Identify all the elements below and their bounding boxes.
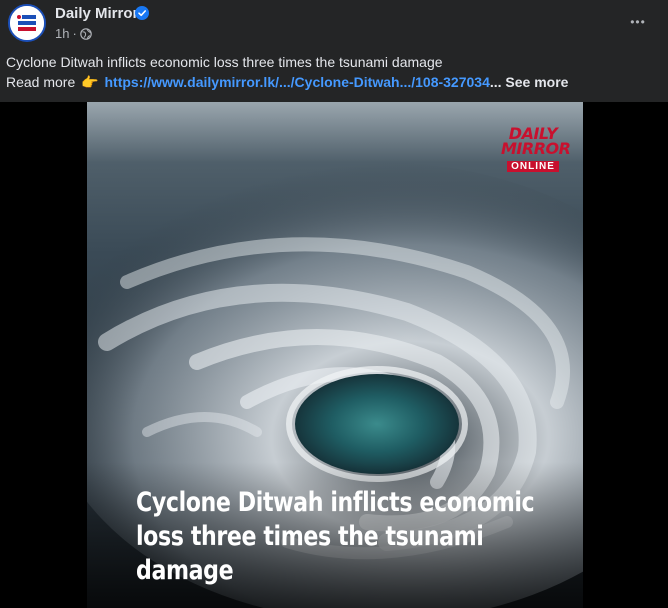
- post-text-line: Cyclone Ditwah inflicts economic loss th…: [6, 54, 443, 70]
- facebook-post: Daily Mirror 1h · ••• Cyclone Ditwah inf…: [0, 0, 668, 608]
- page-name[interactable]: Daily Mirror: [55, 5, 138, 22]
- post-header: Daily Mirror 1h · •••: [0, 0, 668, 48]
- cyclone-photo[interactable]: DAILY MIRROR ONLINE Cyclone Ditwah infli…: [87, 102, 583, 608]
- read-more-label: Read more: [6, 74, 76, 90]
- globe-icon: [80, 27, 92, 40]
- daily-mirror-logo-icon: [10, 6, 44, 40]
- daily-mirror-online-logo: DAILY MIRROR ONLINE: [501, 126, 571, 178]
- more-options-icon: •••: [630, 15, 646, 29]
- post-time[interactable]: 1h: [55, 26, 69, 41]
- see-more-button[interactable]: ... See more: [490, 74, 569, 90]
- logo-online: ONLINE: [507, 161, 559, 172]
- caption-line: Cyclone Ditwah inflicts economic: [136, 487, 535, 518]
- avatar[interactable]: [8, 4, 46, 42]
- read-more-line: Read more 👉 https://www.dailymirror.lk/.…: [6, 72, 662, 92]
- more-options-button[interactable]: •••: [624, 8, 652, 36]
- article-link[interactable]: https://www.dailymirror.lk/.../Cyclone-D…: [104, 74, 489, 90]
- logo-mirror: MIRROR: [501, 139, 571, 158]
- image-caption: Cyclone Ditwah inflicts economic loss th…: [136, 486, 535, 588]
- caption-line: loss three times the tsunami: [136, 521, 484, 552]
- meta-separator: ·: [72, 26, 77, 41]
- verified-badge-icon: [135, 6, 149, 20]
- caption-line: damage: [136, 555, 234, 586]
- post-text: Cyclone Ditwah inflicts economic loss th…: [6, 52, 662, 92]
- post-media[interactable]: DAILY MIRROR ONLINE Cyclone Ditwah infli…: [0, 102, 668, 608]
- post-meta: 1h ·: [55, 26, 92, 41]
- pointing-hand-icon: 👉: [81, 74, 99, 90]
